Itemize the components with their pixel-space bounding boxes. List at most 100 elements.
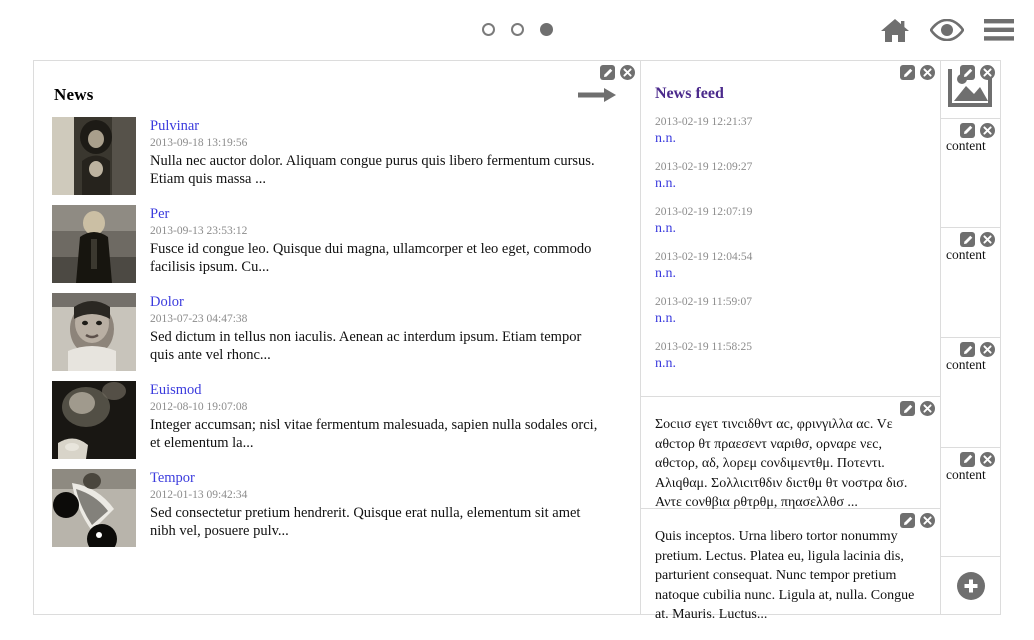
- content-widget-label: content: [946, 137, 986, 153]
- news-thumbnail: [52, 205, 136, 283]
- feed-entry-author[interactable]: n.n.: [655, 265, 676, 282]
- page-title: News: [54, 85, 94, 104]
- news-item-date: 2013-07-23 04:47:38: [150, 313, 248, 325]
- news-list-item[interactable]: Pulvinar 2013-09-18 13:19:56 Nulla nec a…: [52, 117, 622, 195]
- news-item-link[interactable]: Euismod: [150, 382, 622, 399]
- edit-icon[interactable]: [900, 513, 915, 528]
- news-feed-widget-tools: [900, 65, 935, 80]
- latin-text-widget-tools: [900, 513, 935, 528]
- news-item-date: 2013-09-18 13:19:56: [150, 137, 248, 149]
- content-widget-tools: [960, 451, 995, 467]
- news-item-date: 2013-09-13 23:53:12: [150, 225, 248, 237]
- news-list-item[interactable]: Dolor 2013-07-23 04:47:38 Sed dictum in …: [52, 293, 622, 371]
- eye-icon[interactable]: [930, 14, 964, 46]
- content-widget-tools: [960, 232, 995, 248]
- page-dot-2[interactable]: [510, 22, 524, 36]
- content-widget-label: content: [946, 247, 986, 263]
- news-item-body: Euismod 2012-08-10 19:07:08 Integer accu…: [150, 381, 622, 459]
- close-icon[interactable]: [920, 513, 935, 528]
- news-thumbnail: [52, 117, 136, 195]
- menu-icon[interactable]: [982, 14, 1016, 46]
- more-news-arrow-icon[interactable]: [578, 87, 618, 108]
- news-item-text: Nulla nec auctor dolor. Aliquam congue p…: [150, 153, 595, 187]
- home-icon[interactable]: [878, 14, 912, 46]
- news-item-date: 2012-01-13 09:42:34: [150, 489, 248, 501]
- content-widget: content: [941, 447, 1000, 558]
- edit-icon[interactable]: [960, 342, 975, 358]
- edit-icon[interactable]: [960, 65, 975, 80]
- content-widget-label: content: [946, 466, 986, 482]
- content-widget-tools: [960, 342, 995, 358]
- feed-entry-time: 2013-02-19 12:07:19: [655, 206, 753, 218]
- add-widget-button[interactable]: [956, 571, 985, 600]
- feed-entry-time: 2013-02-19 11:59:07: [655, 296, 752, 308]
- close-icon[interactable]: [620, 65, 635, 80]
- feed-entry: 2013-02-19 11:58:25 n.n.: [655, 340, 926, 372]
- news-item-text: Sed dictum in tellus non iaculis. Aenean…: [150, 329, 582, 363]
- latin-text-body: Quis inceptos. Urna libero tortor nonumm…: [655, 529, 915, 622]
- edit-icon[interactable]: [960, 451, 975, 467]
- news-item-body: Per 2013-09-13 23:53:12 Fusce id congue …: [150, 205, 622, 283]
- news-list-item[interactable]: Euismod 2012-08-10 19:07:08 Integer accu…: [52, 381, 622, 459]
- news-list: Pulvinar 2013-09-18 13:19:56 Nulla nec a…: [34, 111, 640, 567]
- top-icon-group: [878, 14, 1016, 46]
- news-item-link[interactable]: Pulvinar: [150, 118, 622, 135]
- news-item-body: Tempor 2012-01-13 09:42:34 Sed consectet…: [150, 469, 622, 547]
- close-icon[interactable]: [980, 451, 995, 467]
- close-icon[interactable]: [980, 342, 995, 358]
- feed-entry-author[interactable]: n.n.: [655, 355, 676, 372]
- news-item-text: Sed consectetur pretium hendrerit. Quisq…: [150, 505, 581, 539]
- image-widget-tools: [960, 65, 995, 80]
- feed-entry-time: 2013-02-19 11:58:25: [655, 341, 752, 353]
- news-item-body: Pulvinar 2013-09-18 13:19:56 Nulla nec a…: [150, 117, 622, 195]
- feed-entry-author[interactable]: n.n.: [655, 310, 676, 327]
- image-widget: [941, 61, 1000, 119]
- greek-text-widget-tools: [900, 401, 935, 416]
- news-thumbnail: [52, 469, 136, 547]
- greek-text-widget: Σοcιισ εγετ τινcιδθντ αc, φρινγιλλα αc. …: [641, 397, 940, 510]
- news-widget-tools: [600, 65, 635, 80]
- news-feed-widget: News feed 2013-02-19 12:21:37 n.n. 2013-…: [641, 61, 940, 397]
- greek-text-body: Σοcιισ εγετ τινcιδθντ αc, φρινγιλλα αc. …: [655, 417, 908, 510]
- feed-column: News feed 2013-02-19 12:21:37 n.n. 2013-…: [641, 60, 941, 622]
- top-bar: [0, 0, 1034, 58]
- news-item-text: Integer accumsan; nisl vitae fermentum m…: [150, 417, 598, 451]
- close-icon[interactable]: [980, 232, 995, 248]
- news-list-item[interactable]: Per 2013-09-13 23:53:12 Fusce id congue …: [52, 205, 622, 283]
- page-dot-3[interactable]: [539, 22, 553, 36]
- feed-entry-author[interactable]: n.n.: [655, 130, 676, 147]
- close-icon[interactable]: [980, 65, 995, 80]
- close-icon[interactable]: [920, 401, 935, 416]
- feed-entry: 2013-02-19 12:09:27 n.n.: [655, 160, 926, 192]
- feed-entry: 2013-02-19 11:59:07 n.n.: [655, 295, 926, 327]
- news-feed-title: News feed: [655, 85, 724, 102]
- news-item-text: Fusce id congue leo. Quisque dui magna, …: [150, 241, 592, 275]
- news-item-date: 2012-08-10 19:07:08: [150, 401, 248, 413]
- feed-entry: 2013-02-19 12:21:37 n.n.: [655, 115, 926, 147]
- news-thumbnail: [52, 381, 136, 459]
- feed-entry-author[interactable]: n.n.: [655, 220, 676, 237]
- news-item-link[interactable]: Dolor: [150, 294, 622, 311]
- news-list-item[interactable]: Tempor 2012-01-13 09:42:34 Sed consectet…: [52, 469, 622, 547]
- edit-icon[interactable]: [900, 401, 915, 416]
- news-item-body: Dolor 2013-07-23 04:47:38 Sed dictum in …: [150, 293, 622, 371]
- feed-entry-time: 2013-02-19 12:09:27: [655, 161, 753, 173]
- feed-entry-author[interactable]: n.n.: [655, 175, 676, 192]
- feed-entry: 2013-02-19 12:07:19 n.n.: [655, 205, 926, 237]
- news-item-link[interactable]: Per: [150, 206, 622, 223]
- close-icon[interactable]: [920, 65, 935, 80]
- page-dot-1[interactable]: [481, 22, 495, 36]
- news-item-link[interactable]: Tempor: [150, 470, 622, 487]
- edit-icon[interactable]: [960, 122, 975, 138]
- edit-icon[interactable]: [900, 65, 915, 80]
- sidebar-column: content content content content: [941, 60, 1001, 615]
- content-widget-tools: [960, 122, 995, 138]
- content-widget: content: [941, 338, 1000, 448]
- edit-icon[interactable]: [600, 65, 615, 80]
- news-thumbnail: [52, 293, 136, 371]
- dashboard-frame: News Pulvinar 2013-09-18 13:19:56 Nulla …: [33, 60, 1001, 622]
- edit-icon[interactable]: [960, 232, 975, 248]
- add-widget-cell: [941, 557, 1000, 615]
- close-icon[interactable]: [980, 122, 995, 138]
- content-widget-label: content: [946, 357, 986, 373]
